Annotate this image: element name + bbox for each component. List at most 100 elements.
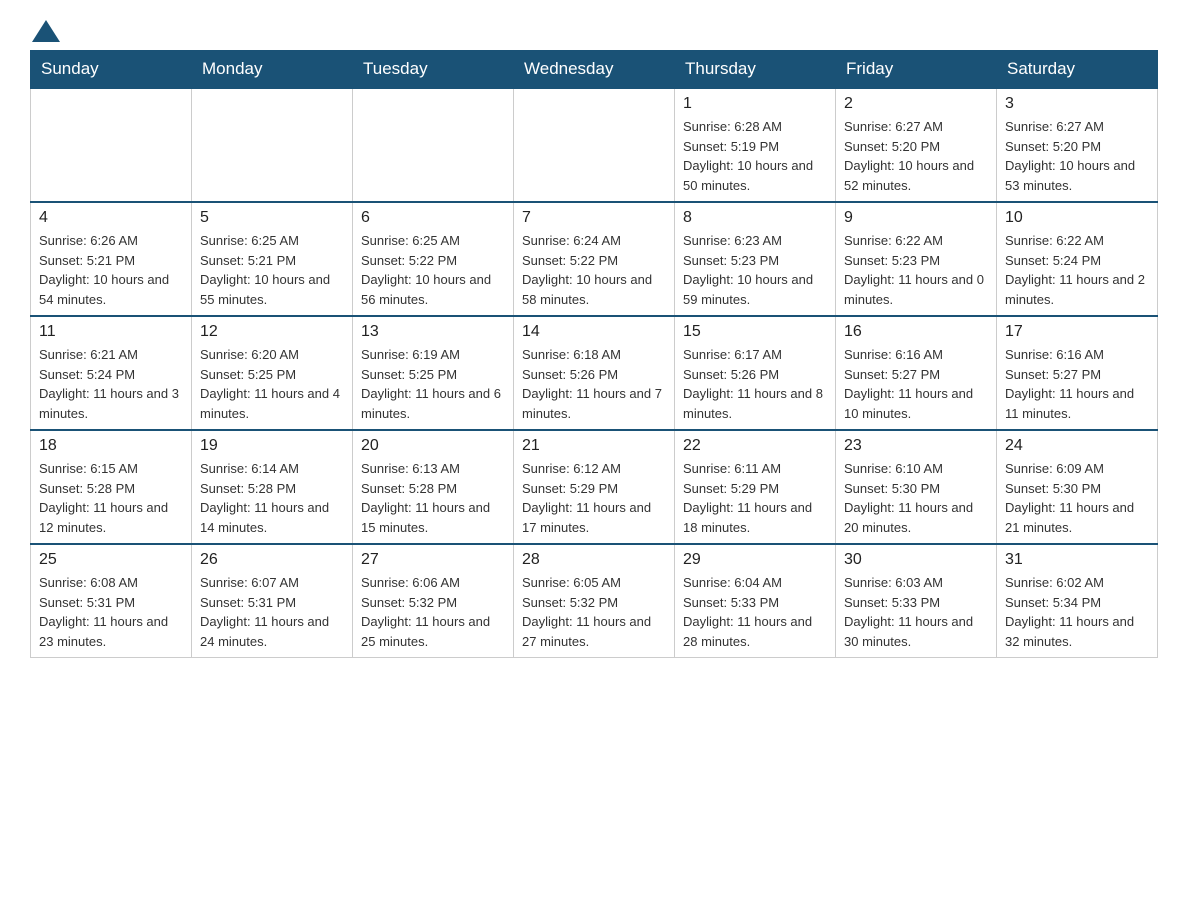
day-number: 7 [522, 209, 666, 227]
day-number: 21 [522, 437, 666, 455]
day-info: Sunrise: 6:23 AM Sunset: 5:23 PM Dayligh… [683, 231, 827, 309]
day-info: Sunrise: 6:20 AM Sunset: 5:25 PM Dayligh… [200, 345, 344, 423]
day-number: 13 [361, 323, 505, 341]
calendar-cell: 28Sunrise: 6:05 AM Sunset: 5:32 PM Dayli… [514, 544, 675, 658]
calendar-cell: 26Sunrise: 6:07 AM Sunset: 5:31 PM Dayli… [192, 544, 353, 658]
calendar-cell: 16 Sunrise: 6:16 AM Sunset: 5:27 PM Dayli… [836, 316, 997, 430]
page-header [30, 20, 1158, 40]
calendar-header: SundayMondayTuesdayWednesdayThursdayFrid… [31, 51, 1158, 89]
day-info: Sunrise: 6:27 AM Sunset: 5:20 PM Dayligh… [1005, 117, 1149, 195]
day-number: 10 [1005, 209, 1149, 227]
calendar-cell: 23 Sunrise: 6:10 AM Sunset: 5:30 PM Dayli… [836, 430, 997, 544]
day-number: 5 [200, 209, 344, 227]
calendar-cell: 5 Sunrise: 6:25 AM Sunset: 5:21 PM Daylig… [192, 202, 353, 316]
day-number: 2 [844, 95, 988, 113]
day-number: 27 [361, 551, 505, 569]
day-info: Sunrise: 6:19 AM Sunset: 5:25 PM Dayligh… [361, 345, 505, 423]
day-info: Sunrise: 6:16 AM Sunset: 5:27 PM Dayligh… [844, 345, 988, 423]
weekday-header-saturday: Saturday [997, 51, 1158, 89]
day-number: 18 [39, 437, 183, 455]
logo [30, 20, 60, 40]
day-number: 6 [361, 209, 505, 227]
day-info: Sunrise: 6:21 AM Sunset: 5:24 PM Dayligh… [39, 345, 183, 423]
calendar-cell [192, 88, 353, 202]
day-info: Sunrise: 6:25 AM Sunset: 5:22 PM Dayligh… [361, 231, 505, 309]
day-number: 31 [1005, 551, 1149, 569]
calendar-cell: 10Sunrise: 6:22 AM Sunset: 5:24 PM Dayli… [997, 202, 1158, 316]
day-info: Sunrise: 6:02 AM Sunset: 5:34 PM Dayligh… [1005, 573, 1149, 651]
weekday-header-monday: Monday [192, 51, 353, 89]
calendar-cell: 27 Sunrise: 6:06 AM Sunset: 5:32 PM Dayli… [353, 544, 514, 658]
weekday-header-row: SundayMondayTuesdayWednesdayThursdayFrid… [31, 51, 1158, 89]
day-info: Sunrise: 6:15 AM Sunset: 5:28 PM Dayligh… [39, 459, 183, 537]
calendar-week-2: 4 Sunrise: 6:26 AM Sunset: 5:21 PM Daylig… [31, 202, 1158, 316]
day-number: 22 [683, 437, 827, 455]
calendar-cell: 30 Sunrise: 6:03 AM Sunset: 5:33 PM Dayli… [836, 544, 997, 658]
day-info: Sunrise: 6:14 AM Sunset: 5:28 PM Dayligh… [200, 459, 344, 537]
calendar-cell: 15Sunrise: 6:17 AM Sunset: 5:26 PM Dayli… [675, 316, 836, 430]
calendar-cell: 8 Sunrise: 6:23 AM Sunset: 5:23 PM Daylig… [675, 202, 836, 316]
day-info: Sunrise: 6:08 AM Sunset: 5:31 PM Dayligh… [39, 573, 183, 651]
day-number: 16 [844, 323, 988, 341]
calendar-cell: 21 Sunrise: 6:12 AM Sunset: 5:29 PM Dayli… [514, 430, 675, 544]
weekday-header-friday: Friday [836, 51, 997, 89]
weekday-header-tuesday: Tuesday [353, 51, 514, 89]
calendar-week-4: 18 Sunrise: 6:15 AM Sunset: 5:28 PM Dayli… [31, 430, 1158, 544]
calendar-cell: 12 Sunrise: 6:20 AM Sunset: 5:25 PM Dayli… [192, 316, 353, 430]
day-number: 8 [683, 209, 827, 227]
calendar-cell: 17 Sunrise: 6:16 AM Sunset: 5:27 PM Dayli… [997, 316, 1158, 430]
weekday-header-wednesday: Wednesday [514, 51, 675, 89]
calendar-cell: 14Sunrise: 6:18 AM Sunset: 5:26 PM Dayli… [514, 316, 675, 430]
calendar-cell: 19Sunrise: 6:14 AM Sunset: 5:28 PM Dayli… [192, 430, 353, 544]
day-number: 23 [844, 437, 988, 455]
calendar-cell: 7Sunrise: 6:24 AM Sunset: 5:22 PM Daylig… [514, 202, 675, 316]
day-info: Sunrise: 6:13 AM Sunset: 5:28 PM Dayligh… [361, 459, 505, 537]
day-info: Sunrise: 6:12 AM Sunset: 5:29 PM Dayligh… [522, 459, 666, 537]
day-number: 14 [522, 323, 666, 341]
calendar-cell: 9 Sunrise: 6:22 AM Sunset: 5:23 PM Daylig… [836, 202, 997, 316]
calendar-cell: 29 Sunrise: 6:04 AM Sunset: 5:33 PM Dayli… [675, 544, 836, 658]
day-info: Sunrise: 6:16 AM Sunset: 5:27 PM Dayligh… [1005, 345, 1149, 423]
day-number: 29 [683, 551, 827, 569]
day-number: 12 [200, 323, 344, 341]
day-info: Sunrise: 6:09 AM Sunset: 5:30 PM Dayligh… [1005, 459, 1149, 537]
day-info: Sunrise: 6:10 AM Sunset: 5:30 PM Dayligh… [844, 459, 988, 537]
day-info: Sunrise: 6:06 AM Sunset: 5:32 PM Dayligh… [361, 573, 505, 651]
day-number: 26 [200, 551, 344, 569]
day-info: Sunrise: 6:03 AM Sunset: 5:33 PM Dayligh… [844, 573, 988, 651]
day-number: 25 [39, 551, 183, 569]
calendar-cell: 20 Sunrise: 6:13 AM Sunset: 5:28 PM Dayli… [353, 430, 514, 544]
calendar-week-1: 1Sunrise: 6:28 AM Sunset: 5:19 PM Daylig… [31, 88, 1158, 202]
calendar-cell: 2 Sunrise: 6:27 AM Sunset: 5:20 PM Daylig… [836, 88, 997, 202]
day-info: Sunrise: 6:05 AM Sunset: 5:32 PM Dayligh… [522, 573, 666, 651]
day-number: 20 [361, 437, 505, 455]
day-info: Sunrise: 6:26 AM Sunset: 5:21 PM Dayligh… [39, 231, 183, 309]
day-number: 11 [39, 323, 183, 341]
calendar-cell [31, 88, 192, 202]
calendar-body: 1Sunrise: 6:28 AM Sunset: 5:19 PM Daylig… [31, 88, 1158, 658]
day-number: 30 [844, 551, 988, 569]
day-info: Sunrise: 6:27 AM Sunset: 5:20 PM Dayligh… [844, 117, 988, 195]
calendar-cell: 22 Sunrise: 6:11 AM Sunset: 5:29 PM Dayli… [675, 430, 836, 544]
day-info: Sunrise: 6:04 AM Sunset: 5:33 PM Dayligh… [683, 573, 827, 651]
calendar-cell: 6 Sunrise: 6:25 AM Sunset: 5:22 PM Daylig… [353, 202, 514, 316]
day-number: 9 [844, 209, 988, 227]
calendar-table: SundayMondayTuesdayWednesdayThursdayFrid… [30, 50, 1158, 658]
day-number: 4 [39, 209, 183, 227]
day-info: Sunrise: 6:25 AM Sunset: 5:21 PM Dayligh… [200, 231, 344, 309]
day-info: Sunrise: 6:22 AM Sunset: 5:23 PM Dayligh… [844, 231, 988, 309]
calendar-cell: 4 Sunrise: 6:26 AM Sunset: 5:21 PM Daylig… [31, 202, 192, 316]
day-info: Sunrise: 6:11 AM Sunset: 5:29 PM Dayligh… [683, 459, 827, 537]
calendar-cell: 13 Sunrise: 6:19 AM Sunset: 5:25 PM Dayli… [353, 316, 514, 430]
calendar-cell: 3 Sunrise: 6:27 AM Sunset: 5:20 PM Daylig… [997, 88, 1158, 202]
weekday-header-sunday: Sunday [31, 51, 192, 89]
day-number: 24 [1005, 437, 1149, 455]
calendar-cell: 24 Sunrise: 6:09 AM Sunset: 5:30 PM Dayli… [997, 430, 1158, 544]
day-number: 3 [1005, 95, 1149, 113]
day-number: 17 [1005, 323, 1149, 341]
day-info: Sunrise: 6:28 AM Sunset: 5:19 PM Dayligh… [683, 117, 827, 195]
calendar-cell: 31 Sunrise: 6:02 AM Sunset: 5:34 PM Dayli… [997, 544, 1158, 658]
calendar-cell [514, 88, 675, 202]
calendar-week-5: 25 Sunrise: 6:08 AM Sunset: 5:31 PM Dayli… [31, 544, 1158, 658]
calendar-cell: 18 Sunrise: 6:15 AM Sunset: 5:28 PM Dayli… [31, 430, 192, 544]
